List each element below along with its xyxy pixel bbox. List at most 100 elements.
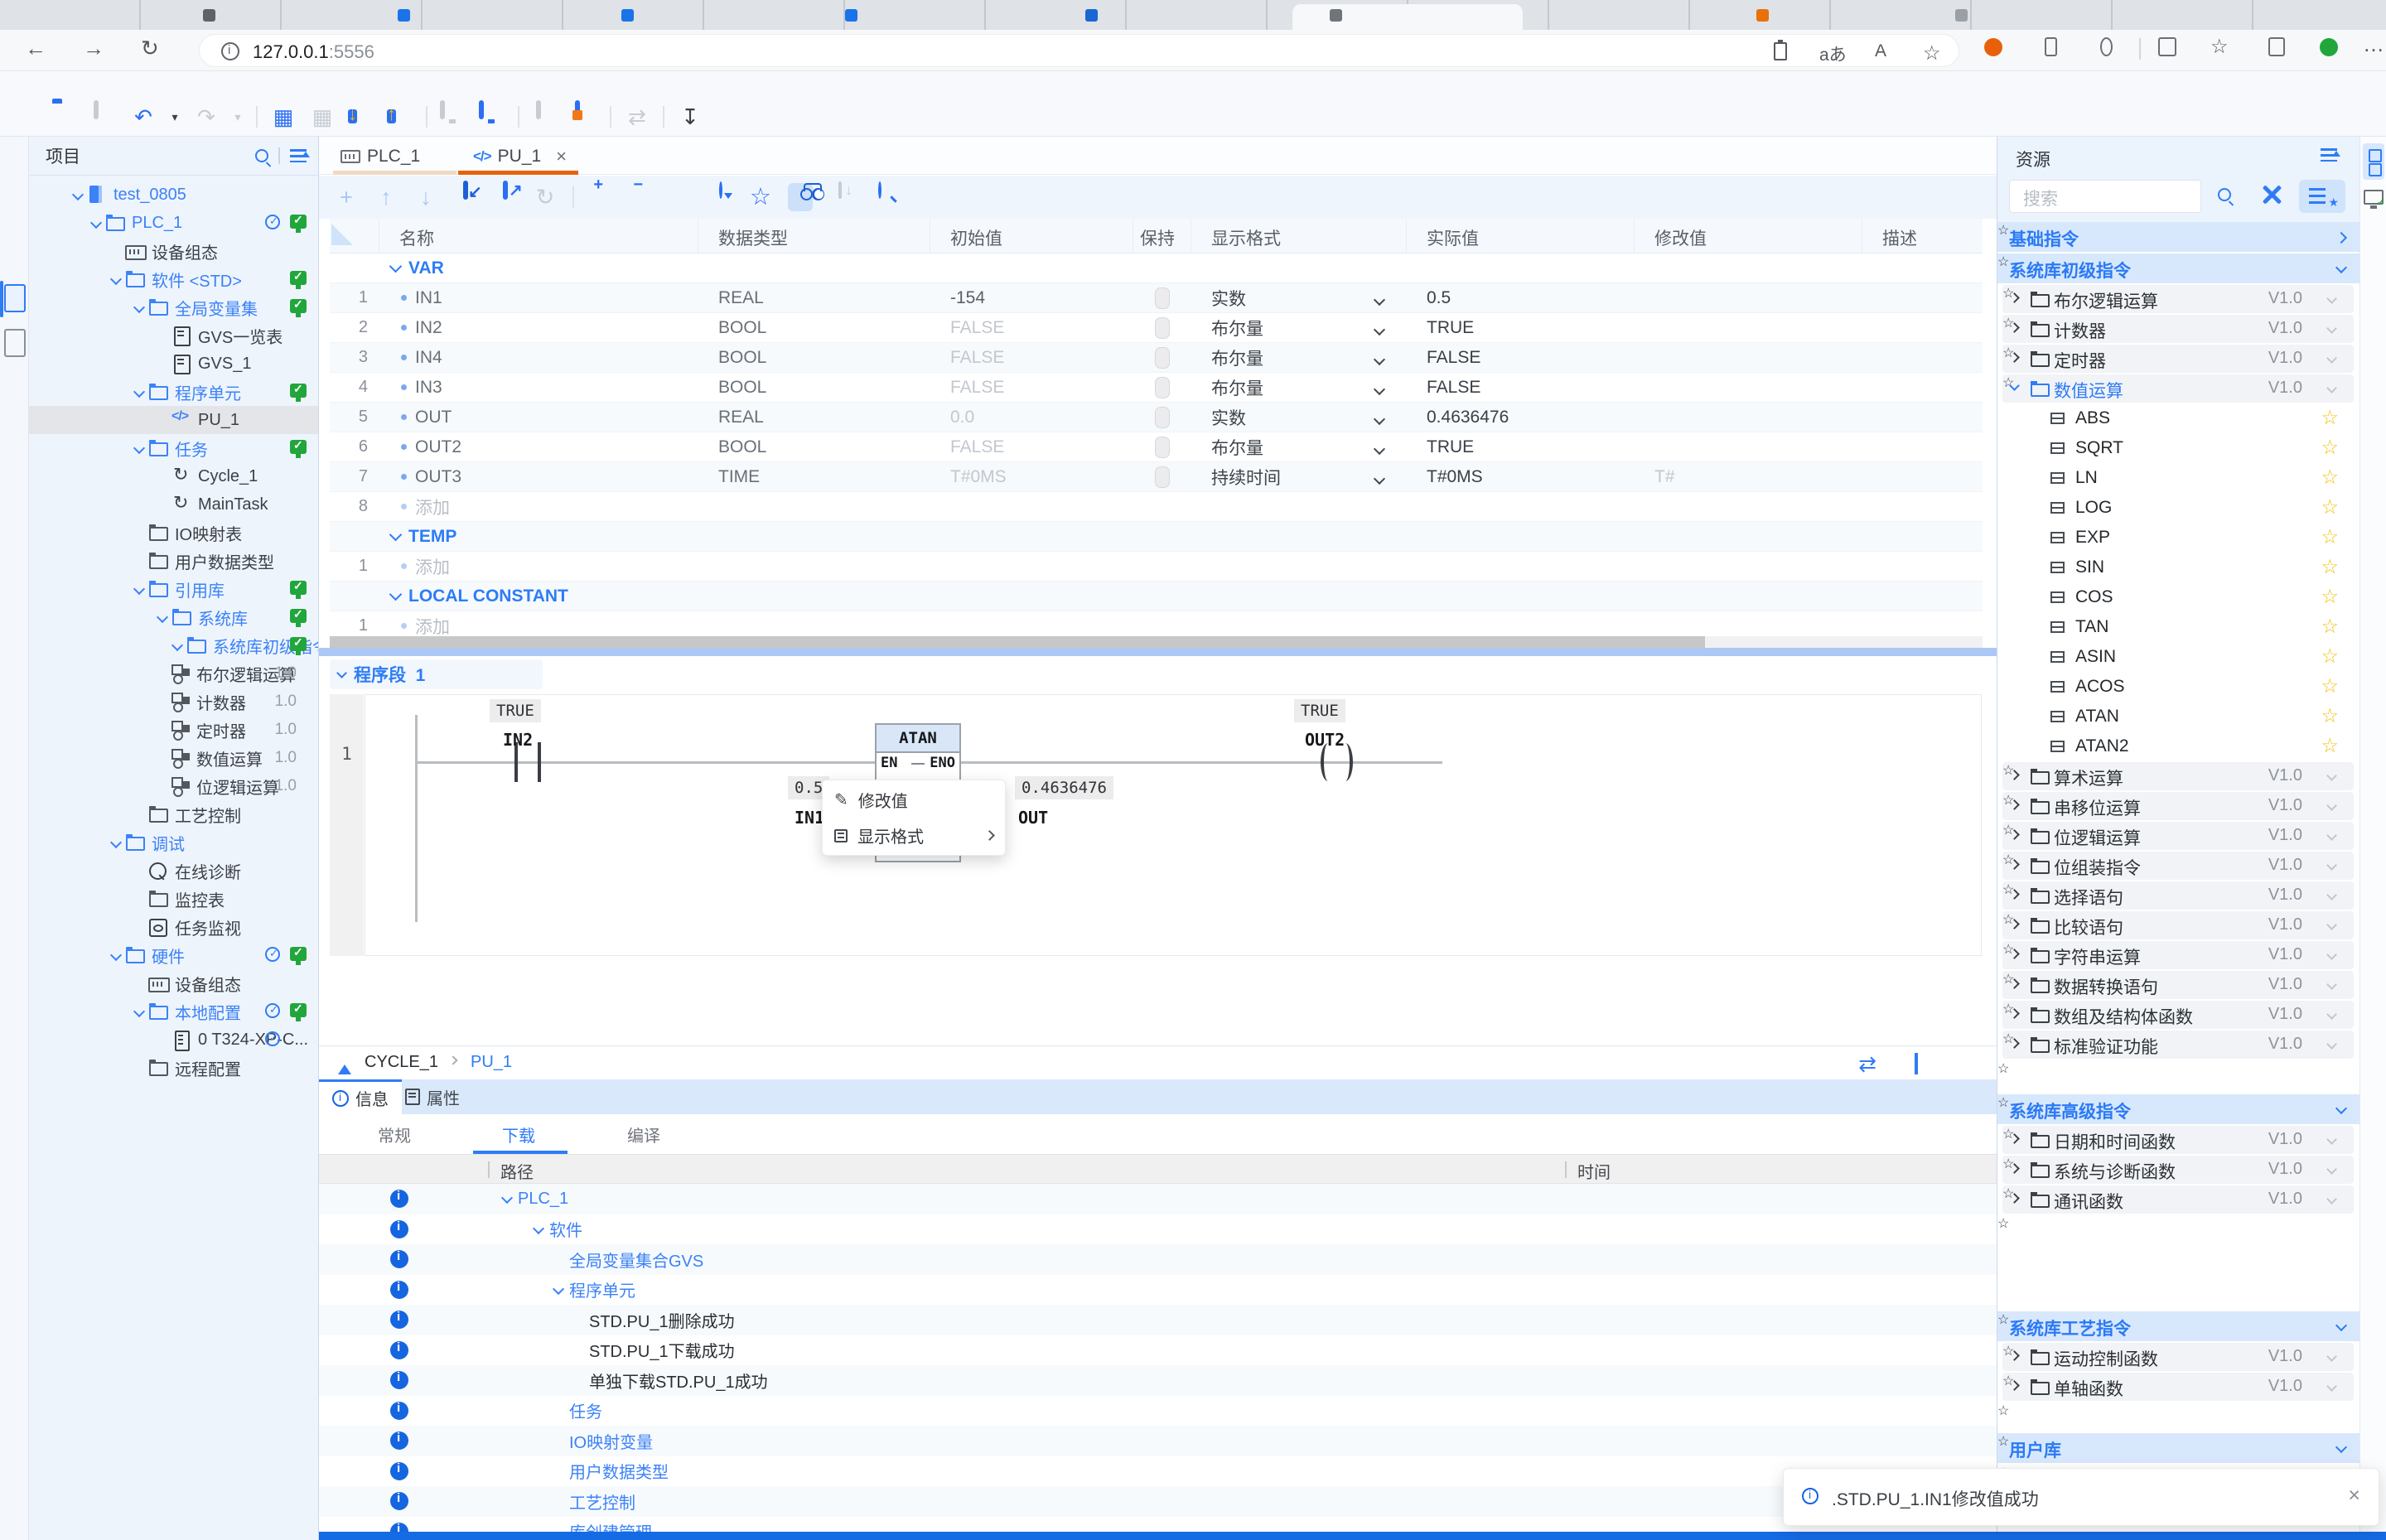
dropdown-chevron-icon[interactable] bbox=[1374, 383, 1385, 394]
resource-row[interactable]: SQRT ☆ bbox=[1997, 434, 2359, 464]
panel-splitter[interactable] bbox=[319, 648, 1997, 656]
favorite-star-icon[interactable]: ☆ bbox=[1997, 224, 2009, 238]
version-chevron-icon[interactable] bbox=[2326, 383, 2337, 393]
chevron-down-icon[interactable] bbox=[336, 668, 347, 678]
version-chevron-icon[interactable] bbox=[2326, 1039, 2337, 1050]
tree-item[interactable]: 计数器 1.0 bbox=[29, 688, 318, 716]
cell-modify[interactable]: T# bbox=[1635, 467, 1862, 487]
tree-item[interactable]: 软件 <STD> bbox=[29, 265, 318, 293]
outline-panel-icon[interactable] bbox=[4, 329, 26, 357]
resource-row[interactable]: 计数器 V1.0 ☆ bbox=[2002, 315, 2354, 343]
cell-name[interactable]: TEMP bbox=[379, 527, 698, 547]
chevron-down-icon[interactable] bbox=[153, 778, 170, 794]
cell-type[interactable]: TIME bbox=[698, 467, 930, 487]
cell-name[interactable]: IN3 bbox=[379, 378, 698, 398]
favorite-star-icon[interactable]: ☆ bbox=[2321, 495, 2339, 519]
subtab-general[interactable]: 常规 bbox=[361, 1122, 427, 1147]
dropdown-chevron-icon[interactable] bbox=[1374, 353, 1385, 364]
chevron-down-icon[interactable] bbox=[155, 355, 171, 372]
resource-row[interactable]: 基础指令 ☆ bbox=[1997, 222, 2359, 252]
cell-type[interactable]: REAL bbox=[698, 288, 930, 308]
chevron-down-icon[interactable] bbox=[132, 891, 148, 907]
version-chevron-icon[interactable] bbox=[2326, 1194, 2337, 1204]
resource-row[interactable]: EXP ☆ bbox=[1997, 524, 2359, 553]
variable-row[interactable]: 1 IN1 REAL -154 实数 0.5 bbox=[330, 283, 1983, 313]
tree-item[interactable]: 本地配置 bbox=[29, 997, 318, 1026]
chevron-down-icon[interactable] bbox=[553, 1406, 569, 1416]
resource-row[interactable]: 系统与诊断函数 V1.0 ☆ bbox=[2002, 1156, 2354, 1184]
favorite-star-icon[interactable]: ☆ bbox=[1997, 1062, 2009, 1076]
upload-from-plc-icon[interactable]: ↑ bbox=[387, 103, 413, 131]
version-chevron-icon[interactable] bbox=[2326, 920, 2337, 930]
cell-name[interactable]: OUT bbox=[379, 408, 698, 427]
resource-row[interactable]: 标准验证功能 V1.0 ☆ bbox=[2002, 1031, 2354, 1059]
cell-actual[interactable]: FALSE bbox=[1407, 378, 1635, 398]
favorite-star-icon[interactable]: ☆ bbox=[2321, 525, 2339, 549]
resource-row[interactable]: ☆ bbox=[1997, 1402, 2359, 1433]
chevron-down-icon[interactable] bbox=[533, 1224, 549, 1234]
cell-init[interactable]: T#0MS bbox=[930, 467, 1133, 487]
resource-row[interactable]: 串移位运算 V1.0 ☆ bbox=[2002, 792, 2354, 820]
cell-format[interactable]: 实数 bbox=[1191, 405, 1407, 430]
version-chevron-icon[interactable] bbox=[2326, 830, 2337, 841]
variable-row[interactable]: VAR bbox=[330, 253, 1983, 283]
variable-row[interactable]: 7 OUT3 TIME T#0MS 持续时间 T#0MS T# bbox=[330, 462, 1983, 492]
resource-row[interactable]: 比较语句 V1.0 ☆ bbox=[2002, 911, 2354, 939]
log-row[interactable]: 工艺控制 bbox=[319, 1486, 1997, 1517]
tree-item[interactable]: Cycle_1 bbox=[29, 462, 318, 490]
resource-row[interactable]: 通讯函数 V1.0 ☆ bbox=[2002, 1185, 2354, 1214]
tab-pu1[interactable]: </> PU_1 × bbox=[473, 142, 567, 171]
cell-name[interactable]: IN1 bbox=[379, 288, 698, 308]
log-row[interactable]: PLC_1 bbox=[319, 1184, 1997, 1214]
cell-format[interactable]: 布尔量 bbox=[1191, 375, 1407, 400]
chevron-down-icon[interactable] bbox=[153, 750, 170, 766]
cell-format[interactable]: 布尔量 bbox=[1191, 345, 1407, 370]
log-row[interactable]: 单独下载STD.PU_1成功 5:57:10 PM bbox=[319, 1365, 1997, 1396]
resource-row[interactable]: 字符串运算 V1.0 ☆ bbox=[2002, 941, 2354, 969]
variable-row[interactable]: 4 IN3 BOOL FALSE 布尔量 FALSE bbox=[330, 373, 1983, 403]
chevron-down-icon[interactable] bbox=[553, 1436, 569, 1446]
tree-item[interactable]: PLC_1 bbox=[29, 209, 318, 237]
chevron-down-icon[interactable] bbox=[132, 1003, 148, 1020]
tree-item[interactable]: 硬件 bbox=[29, 941, 318, 969]
tree-item[interactable]: 数值运算 1.0 bbox=[29, 744, 318, 772]
select-all-corner[interactable] bbox=[331, 224, 353, 245]
version-chevron-icon[interactable] bbox=[2326, 860, 2337, 871]
favorite-star-icon[interactable]: ☆ bbox=[2321, 644, 2339, 669]
variable-row[interactable]: 8 添加 bbox=[330, 492, 1983, 522]
cell-name[interactable]: 添加 bbox=[379, 554, 698, 579]
favorite-star-icon[interactable]: ☆ bbox=[2321, 555, 2339, 579]
keep-checkbox[interactable] bbox=[1155, 287, 1170, 309]
open-project-icon[interactable] bbox=[52, 103, 79, 131]
chevron-down-icon[interactable] bbox=[109, 834, 125, 851]
log-row[interactable]: 任务 bbox=[319, 1396, 1997, 1427]
keep-checkbox[interactable] bbox=[1155, 317, 1170, 339]
translate-icon[interactable]: aあ bbox=[1819, 41, 1847, 66]
log-row[interactable]: 全局变量集合GVS bbox=[319, 1244, 1997, 1275]
card-disabled-icon[interactable] bbox=[532, 103, 558, 131]
version-chevron-icon[interactable] bbox=[2326, 323, 2337, 334]
variable-row[interactable]: 2 IN2 BOOL FALSE 布尔量 TRUE bbox=[330, 313, 1983, 343]
chevron-down-icon[interactable] bbox=[155, 1031, 171, 1048]
dropdown-chevron-icon[interactable] bbox=[1374, 293, 1385, 305]
section-chevron-icon[interactable] bbox=[2335, 1320, 2347, 1331]
tab-info[interactable]: 信息 bbox=[319, 1079, 402, 1114]
favorite-star-icon[interactable]: ☆ bbox=[1997, 1404, 2009, 1418]
site-info-icon[interactable] bbox=[221, 42, 239, 60]
tree-item[interactable]: 任务监视 bbox=[29, 913, 318, 941]
cell-actual[interactable]: FALSE bbox=[1407, 348, 1635, 368]
col-modify[interactable]: 修改值 bbox=[1635, 219, 1862, 253]
device-status-icon[interactable] bbox=[2364, 190, 2384, 205]
col-init[interactable]: 初始值 bbox=[930, 219, 1133, 253]
chevron-down-icon[interactable] bbox=[109, 271, 125, 287]
panel-handle[interactable] bbox=[1915, 1053, 1918, 1074]
resource-row[interactable]: 位组装指令 V1.0 ☆ bbox=[2002, 852, 2354, 880]
resources-search-input[interactable]: 搜索 bbox=[2009, 180, 2201, 213]
browser-essentials-icon[interactable] bbox=[2320, 38, 2338, 56]
chevron-down-icon[interactable] bbox=[170, 637, 186, 654]
favorite-star-icon[interactable]: ☆ bbox=[2321, 615, 2339, 639]
import-icon[interactable] bbox=[453, 183, 478, 211]
section-chevron-icon[interactable] bbox=[2335, 1441, 2347, 1453]
resource-row[interactable]: LOG ☆ bbox=[1997, 494, 2359, 524]
swap-panel-icon[interactable]: ⇄ bbox=[1858, 1051, 1876, 1077]
